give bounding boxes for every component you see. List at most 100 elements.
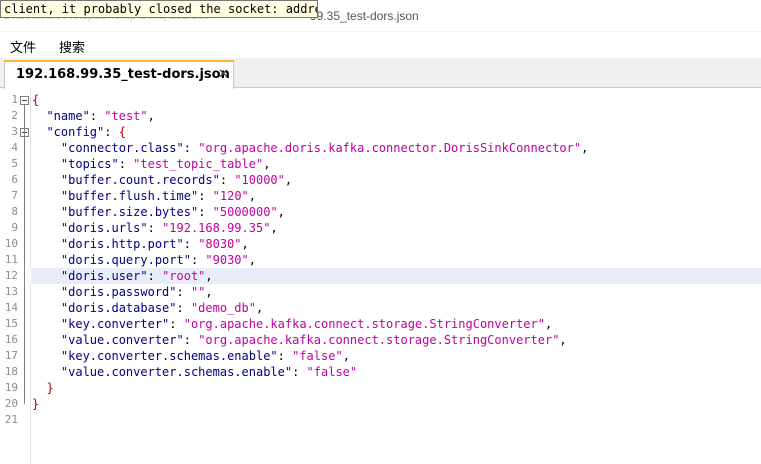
code-line[interactable]: 21: [0, 412, 761, 428]
code-line[interactable]: 5 "topics": "test_topic_table",: [0, 156, 761, 172]
menu-file[interactable]: 文件: [10, 37, 36, 56]
code-line[interactable]: 7 "buffer.flush.time": "120",: [0, 188, 761, 204]
code-text: }: [32, 396, 39, 412]
code-token: ,: [263, 157, 271, 171]
code-text: "buffer.flush.time": "120",: [32, 188, 256, 204]
code-token: "value.converter": [60, 333, 184, 347]
code-line[interactable]: 13 "doris.password": "",: [0, 284, 761, 300]
code-token: {: [118, 125, 126, 139]
code-token: :: [292, 365, 307, 379]
code-line[interactable]: 15 "key.converter": "org.apache.kafka.co…: [0, 316, 761, 332]
line-number-cell: 9: [0, 220, 31, 236]
code-token: "doris.database": [60, 301, 177, 315]
code-line[interactable]: 8 "buffer.size.bytes": "5000000",: [0, 204, 761, 220]
code-token: :: [89, 109, 105, 123]
code-line[interactable]: 19 }: [0, 380, 761, 396]
code-line[interactable]: 6 "buffer.count.records": "10000",: [0, 172, 761, 188]
code-token: }: [32, 397, 40, 411]
code-editor[interactable]: 1{2 "name": "test", 3 "config": {4 "conne…: [0, 89, 761, 464]
menu-bar: 文件 搜索: [0, 32, 761, 58]
code-token: :: [219, 173, 235, 187]
code-token: ,: [147, 109, 155, 123]
code-line[interactable]: 3 "config": {: [0, 124, 761, 140]
code-token: "": [190, 285, 206, 299]
code-line[interactable]: 16 "value.converter": "org.apache.kafka.…: [0, 332, 761, 348]
code-token: :: [277, 349, 293, 363]
code-token: ,: [544, 317, 553, 331]
code-token: ,: [205, 269, 213, 283]
code-token: :: [176, 285, 191, 299]
code-token: "value.converter.schemas.enable": [60, 365, 293, 379]
menu-search[interactable]: 搜索: [59, 37, 85, 56]
line-number: 2: [11, 109, 18, 122]
code-line[interactable]: 14 "doris.database": "demo_db",: [0, 300, 761, 316]
code-line[interactable]: 9 "doris.urls": "192.168.99.35",: [0, 220, 761, 236]
code-line[interactable]: 2 "name": "test",: [0, 108, 761, 124]
line-number-cell: 10: [0, 236, 31, 252]
line-number: 3: [11, 125, 18, 138]
code-token: :: [169, 317, 184, 331]
code-token: "test": [104, 109, 148, 123]
code-token: "doris.urls": [60, 221, 148, 235]
code-token: "doris.user": [60, 269, 148, 283]
code-line[interactable]: 12 "doris.user": "root",: [0, 268, 761, 284]
code-token: :: [190, 253, 206, 267]
code-line[interactable]: 20}: [0, 396, 761, 412]
code-text: "buffer.size.bytes": "5000000",: [32, 204, 285, 220]
tab-active-file[interactable]: 192.168.99.35_test-dors.json ✕: [4, 60, 234, 89]
code-token: "doris.http.port": [60, 237, 184, 251]
line-number-cell: 12: [0, 268, 31, 284]
code-token: "buffer.size.bytes": [60, 205, 199, 219]
code-text: "buffer.count.records": "10000",: [32, 172, 292, 188]
code-token: "9030": [205, 253, 249, 267]
line-number: 5: [11, 157, 18, 170]
line-number: 20: [4, 397, 18, 410]
code-text: "key.converter": "org.apache.kafka.conne…: [32, 316, 552, 332]
code-token: "doris.password": [60, 285, 177, 299]
code-text: "config": {: [32, 124, 126, 140]
code-token: "192.168.99.35": [162, 221, 271, 235]
code-token: "120": [212, 189, 249, 203]
line-number-cell: 18: [0, 364, 31, 380]
code-token: ,: [248, 253, 256, 267]
line-number: 10: [4, 237, 18, 250]
line-number: 9: [11, 221, 18, 234]
fold-toggle-icon[interactable]: [20, 96, 29, 105]
code-text: "doris.http.port": "8030",: [32, 236, 249, 252]
code-line[interactable]: 1{: [0, 92, 761, 108]
code-token: "org.apache.doris.kafka.connector.DorisS…: [198, 141, 582, 155]
code-line[interactable]: 4 "connector.class": "org.apache.doris.k…: [0, 140, 761, 156]
line-number: 4: [11, 141, 18, 154]
line-number: 12: [4, 269, 18, 282]
line-number: 14: [4, 301, 18, 314]
code-line[interactable]: 17 "key.converter.schemas.enable": "fals…: [0, 348, 761, 364]
close-icon[interactable]: ✕: [218, 66, 229, 82]
line-number-cell: 21: [0, 412, 31, 428]
code-token: :: [176, 301, 191, 315]
code-token: "config": [46, 125, 105, 139]
code-token: :: [183, 237, 199, 251]
line-number-cell: 14: [0, 300, 31, 316]
code-line[interactable]: 11 "doris.query.port": "9030",: [0, 252, 761, 268]
code-token: }: [46, 381, 54, 395]
code-line[interactable]: 18 "value.converter.schemas.enable": "fa…: [0, 364, 761, 380]
code-token: "false": [306, 365, 358, 379]
code-token: :: [183, 141, 199, 155]
code-token: "demo_db": [190, 301, 256, 315]
code-text: "doris.urls": "192.168.99.35",: [32, 220, 278, 236]
code-token: ,: [581, 141, 589, 155]
code-token: ,: [255, 301, 264, 315]
code-line[interactable]: 10 "doris.http.port": "8030",: [0, 236, 761, 252]
code-token: :: [118, 157, 134, 171]
line-number-cell: 13: [0, 284, 31, 300]
